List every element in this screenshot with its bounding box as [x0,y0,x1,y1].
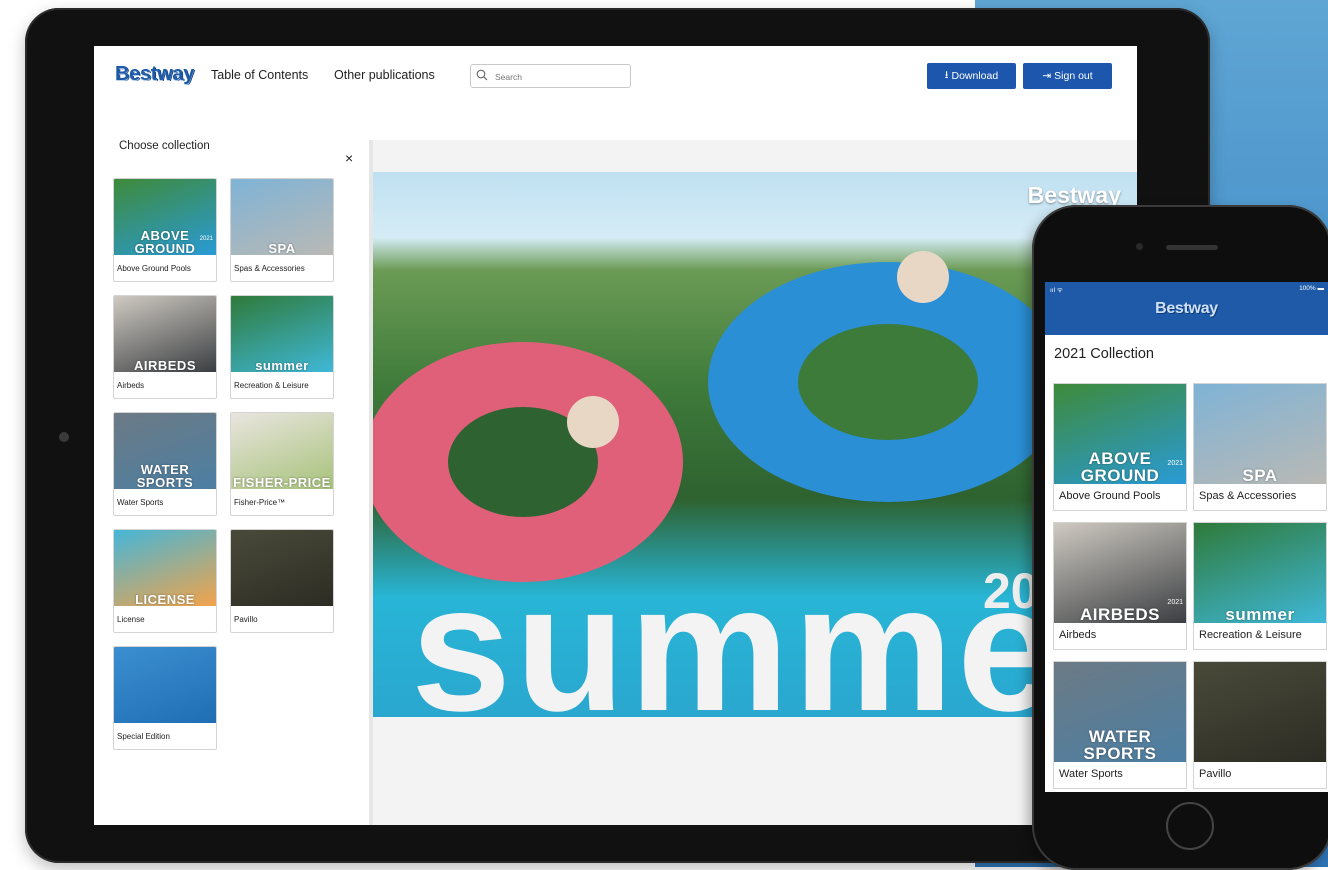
phone-collection-card[interactable]: Pavillo [1193,661,1327,789]
download-icon: ⭳ [944,69,949,81]
thumbnail-title: WATER SPORTS [1083,727,1157,762]
collection-thumbnail [1194,662,1326,762]
search-input[interactable] [493,68,627,86]
collection-label: Recreation & Leisure [1199,629,1302,641]
collection-card[interactable]: Pavillo [230,529,334,633]
battery-icon: 100% ▬ [1299,285,1324,292]
thumbnail-title: LICENSE [135,592,195,606]
thumbnail-title: FISHER-PRICE [233,475,331,489]
phone-speaker [1166,245,1218,250]
collection-label: Water Sports [117,498,164,507]
collection-thumbnail: summer [1194,523,1326,623]
collection-label: Recreation & Leisure [234,381,309,390]
thumbnail-title: ABOVE GROUND [134,228,196,255]
phone-header: ııl ᯤ 100% ▬ Bestway [1045,282,1328,335]
phone-collection-card[interactable]: ABOVE GROUND 2021 Above Ground Pools [1053,383,1187,511]
collection-label: Water Sports [1059,768,1123,780]
phone-title: 2021 Collection [1054,346,1154,362]
collection-card[interactable]: summer Recreation & Leisure [230,295,334,399]
thumbnail-title: summer [255,358,309,372]
collection-label: Fisher-Price™ [234,498,286,507]
thumbnail-title: SPA [268,241,296,255]
thumbnail-year: 2021 [1167,599,1183,606]
top-bar: Bestway Table of Contents Other publicat… [94,46,1137,108]
collection-thumbnail: FISHER-PRICE [231,413,333,489]
panel-title: Choose collection [119,140,210,152]
collection-card[interactable]: ABOVE GROUND 2021 Above Ground Pools [113,178,217,282]
collection-card[interactable]: WATER SPORTS Water Sports [113,412,217,516]
collection-label: Pavillo [1199,768,1232,780]
tablet-screen: Bestway Table of Contents Other publicat… [94,46,1137,825]
download-button[interactable]: ⭳ Download [927,63,1016,89]
collection-thumbnail: SPA [1194,384,1326,484]
phone-camera [1136,243,1143,250]
thumbnail-title: AIRBEDS [133,358,196,372]
collection-card[interactable]: Special Edition [113,646,217,750]
collection-thumbnail: ABOVE GROUND 2021 [114,179,216,255]
nav-table-of-contents[interactable]: Table of Contents [211,68,308,82]
thumbnail-year: 2021 [199,236,213,242]
thumbnail-title: AIRBEDS [1079,605,1160,623]
collection-label: Above Ground Pools [117,264,191,273]
phone-device: ııl ᯤ 100% ▬ Bestway 2021 Collection ABO… [1032,205,1328,870]
collection-label: Airbeds [1059,629,1097,641]
phone-collection-card[interactable]: AIRBEDS 2021 Airbeds [1053,522,1187,650]
collection-thumbnail: SPA [231,179,333,255]
thumbnail-title: SPA [1242,466,1278,484]
phone-collection-card[interactable]: WATER SPORTS Water Sports [1053,661,1187,789]
sign-out-button[interactable]: ⇥ Sign out [1023,63,1112,89]
collection-label: License [117,615,145,624]
thumbnail-year: 2021 [1167,460,1183,467]
bestway-logo[interactable]: Bestway [115,63,194,86]
home-button[interactable] [1166,802,1214,850]
tablet-camera [59,432,69,442]
collection-card[interactable]: LICENSE License [113,529,217,633]
collection-thumbnail: LICENSE [114,530,216,606]
collection-card[interactable]: SPA Spas & Accessories [230,178,334,282]
search-box[interactable] [470,64,631,88]
collection-label: Above Ground Pools [1059,490,1161,502]
phone-logo[interactable]: Bestway [1045,300,1328,318]
cover-word: summe [411,548,1062,718]
close-icon[interactable]: × [345,150,353,166]
thumbnail-title: WATER SPORTS [136,462,194,489]
collection-thumbnail: WATER SPORTS [1054,662,1186,762]
phone-collection-card[interactable]: SPA Spas & Accessories [1193,383,1327,511]
collection-label: Pavillo [234,615,258,624]
signal-icon: ııl ᯤ [1050,287,1063,294]
download-label: Download [951,70,999,82]
collection-card[interactable]: AIRBEDS Airbeds [113,295,217,399]
sign-out-icon: ⇥ [1042,70,1052,82]
collection-card[interactable]: FISHER-PRICE Fisher-Price™ [230,412,334,516]
collection-label: Special Edition [117,732,170,741]
collection-thumbnail: AIRBEDS [114,296,216,372]
thumbnail-title: ABOVE GROUND [1080,449,1160,484]
phone-screen: ııl ᯤ 100% ▬ Bestway 2021 Collection ABO… [1045,282,1328,792]
cover-image[interactable]: Bestway 20 summe [373,172,1137,717]
search-icon [476,69,488,81]
phone-collection-card[interactable]: summer Recreation & Leisure [1193,522,1327,650]
nav-other-publications[interactable]: Other publications [334,68,435,82]
collection-thumbnail: WATER SPORTS [114,413,216,489]
thumbnail-title: summer [1225,605,1295,623]
sign-out-label: Sign out [1054,70,1093,82]
collection-label: Spas & Accessories [234,264,305,273]
collection-label: Spas & Accessories [1199,490,1297,502]
collection-thumbnail: AIRBEDS 2021 [1054,523,1186,623]
collection-label: Airbeds [117,381,145,390]
collection-thumbnail: ABOVE GROUND 2021 [1054,384,1186,484]
collection-thumbnail: summer [231,296,333,372]
collection-thumbnail [231,530,333,606]
collection-thumbnail [114,647,216,723]
